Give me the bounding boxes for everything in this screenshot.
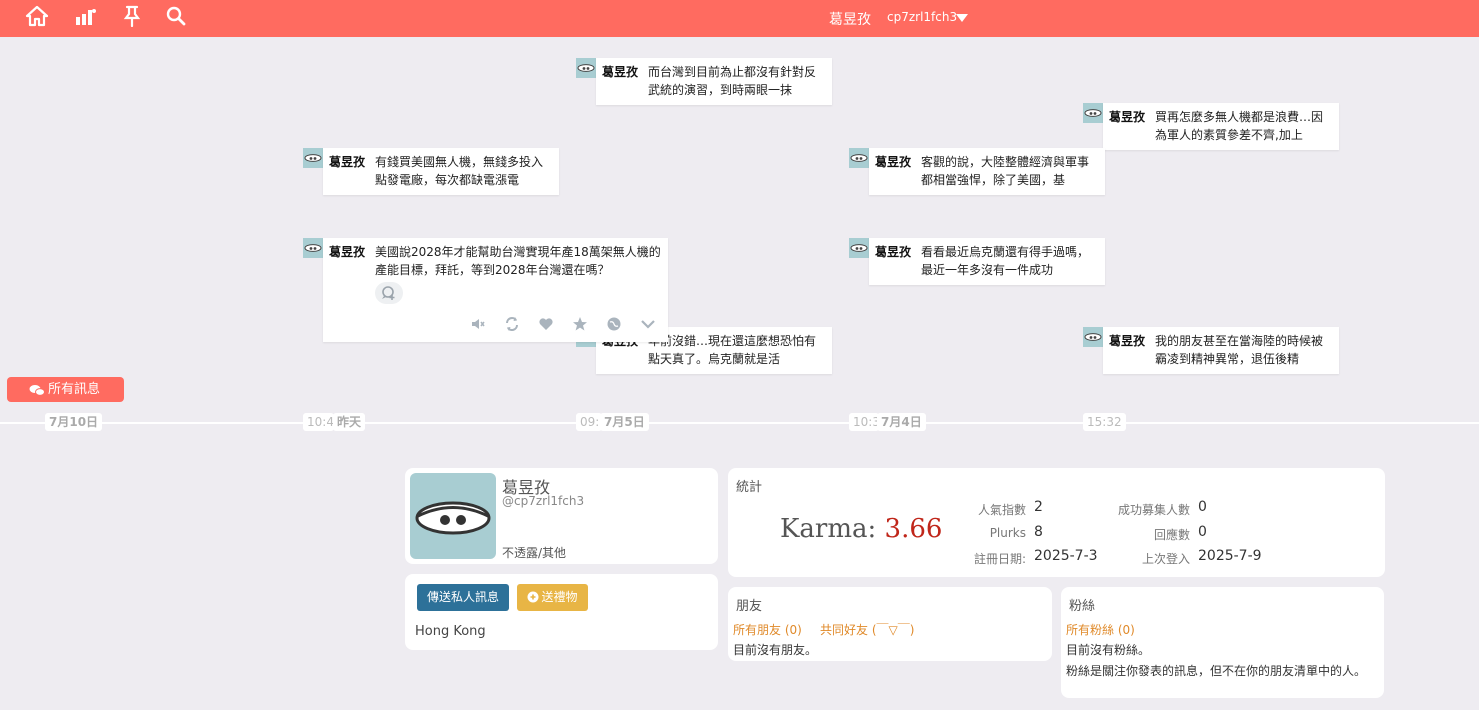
mute-icon[interactable] bbox=[470, 316, 486, 332]
fans-card: 粉絲 所有粉絲 (0) 目前沒有粉絲。 粉絲是關注你發表的訊息，但不在你的朋友清… bbox=[1061, 587, 1384, 698]
plurk-bubble[interactable]: 葛昱孜 看看最近烏克蘭還有得手過嗎，最近一年多沒有一件成功 bbox=[869, 238, 1105, 285]
timeline-tick: 7月5日 bbox=[600, 413, 649, 431]
stats-title: 統計 bbox=[736, 480, 763, 495]
plurk-author[interactable]: 葛昱孜 bbox=[875, 153, 911, 170]
karma-score: Karma: 3.66 bbox=[780, 514, 942, 544]
all-plurks-button[interactable]: 所有訊息 bbox=[7, 377, 124, 402]
responses-value: 0 bbox=[1198, 524, 1207, 540]
plurk-bubble[interactable]: 葛昱孜 有錢買美國無人機，無錢多投入點發電廠，每次都缺電漲電 bbox=[323, 148, 559, 195]
last-login-label: 上次登入 bbox=[1141, 552, 1190, 566]
popularity-label: 人氣指數 bbox=[977, 503, 1026, 517]
chat-bubbles-icon bbox=[29, 382, 45, 396]
pin-icon[interactable] bbox=[120, 5, 144, 27]
heart-icon[interactable] bbox=[538, 316, 554, 332]
user-avatar[interactable] bbox=[303, 148, 323, 168]
stats-icon[interactable] bbox=[73, 5, 97, 27]
profile-actions-card: 傳送私人訊息 送禮物 Hong Kong bbox=[405, 574, 718, 650]
timeline-axis bbox=[0, 422, 1479, 424]
plurk-text: 買再怎麼多無人機都是浪費…因為軍人的素質參差不齊,加上 bbox=[1155, 110, 1324, 142]
recruit-label: 成功募集人數 bbox=[1117, 503, 1190, 517]
profile-card: 葛昱孜 @cp7zrl1fch3 不透露/其他 bbox=[405, 468, 718, 564]
plurk-bubble[interactable]: 葛昱孜 客觀的說，大陸整體經濟與軍事都相當強悍，除了美國，基 bbox=[869, 148, 1105, 195]
plurk-author[interactable]: 葛昱孜 bbox=[1109, 108, 1145, 125]
caret-down-icon[interactable] bbox=[955, 12, 969, 22]
plurk-text: 客觀的說，大陸整體經濟與軍事都相當強悍，除了美國，基 bbox=[921, 155, 1090, 187]
fans-empty-text: 目前沒有粉絲。 bbox=[1066, 643, 1151, 657]
topbar-user-id[interactable]: cp7zrl1fch3 bbox=[887, 10, 957, 24]
plurk-author[interactable]: 葛昱孜 bbox=[329, 153, 365, 170]
plurk-bubble[interactable]: 葛昱孜 美國說2028年才能幫助台灣實現年產18萬架無人機的產能目標，拜託，等到… bbox=[323, 238, 668, 342]
friends-card: 朋友 所有朋友 (0) 共同好友 (￣▽￣) 目前沒有朋友。 bbox=[728, 587, 1052, 661]
plurks-count-label: Plurks bbox=[989, 526, 1026, 540]
all-friends-link[interactable]: 所有朋友 (0) bbox=[733, 621, 802, 638]
plurk-bubble[interactable]: 葛昱孜 我的朋友甚至在當海陸的時候被霸凌到精神異常，退伍後精 bbox=[1103, 327, 1339, 374]
replurk-icon[interactable] bbox=[504, 316, 520, 332]
timeline-tick: 10:3 bbox=[849, 413, 879, 431]
timeline-tick: 7月4日 bbox=[877, 413, 926, 431]
globe-icon[interactable] bbox=[606, 316, 622, 332]
fans-description: 粉絲是關注你發表的訊息，但不在你的朋友清單中的人。 bbox=[1066, 664, 1367, 678]
user-avatar[interactable] bbox=[849, 148, 869, 168]
send-message-button[interactable]: 傳送私人訊息 bbox=[417, 584, 509, 611]
plurk-author[interactable]: 葛昱孜 bbox=[875, 243, 911, 260]
plurk-text: 看看最近烏克蘭還有得手過嗎，最近一年多沒有一件成功 bbox=[921, 245, 1090, 277]
chevron-down-icon[interactable] bbox=[640, 316, 656, 332]
plurks-count-value: 8 bbox=[1034, 524, 1043, 540]
all-plurks-label: 所有訊息 bbox=[48, 382, 101, 397]
timeline-tick: 09: bbox=[576, 413, 602, 431]
search-icon[interactable] bbox=[164, 5, 188, 27]
stats-card: 統計 Karma: 3.66 人氣指數 2 Plurks 8 註冊日期: 202… bbox=[728, 468, 1385, 577]
timeline-tick: 7月10日 bbox=[45, 413, 103, 431]
registered-label: 註冊日期: bbox=[973, 552, 1026, 566]
send-gift-button[interactable]: 送禮物 bbox=[517, 584, 588, 611]
recruit-value: 0 bbox=[1198, 499, 1207, 515]
user-avatar[interactable] bbox=[576, 58, 596, 78]
registered-value: 2025-7-3 bbox=[1034, 548, 1098, 564]
popularity-value: 2 bbox=[1034, 499, 1043, 515]
plurk-bubble[interactable]: 葛昱孜 而台灣到目前為止都沒有針對反武統的演習，到時兩眼一抹 bbox=[596, 58, 832, 105]
plurk-author[interactable]: 葛昱孜 bbox=[1109, 332, 1145, 349]
karma-label: Karma: bbox=[780, 514, 877, 544]
timeline-tick: 10:4 bbox=[303, 413, 334, 431]
last-login-value: 2025-7-9 bbox=[1198, 548, 1262, 564]
profile-location: Hong Kong bbox=[415, 624, 486, 639]
plurk-text: 年前沒錯…現在還這麼想恐怕有點天真了。烏克蘭就是活 bbox=[648, 334, 817, 366]
plurk-actions bbox=[470, 316, 656, 332]
profile-handle: @cp7zrl1fch3 bbox=[502, 494, 585, 508]
user-avatar[interactable] bbox=[1083, 327, 1103, 347]
top-bar: 葛昱孜 cp7zrl1fch3 bbox=[0, 0, 1479, 37]
profile-gender: 不透露/其他 bbox=[502, 546, 567, 560]
plurk-text: 而台灣到目前為止都沒有針對反武統的演習，到時兩眼一抹 bbox=[648, 65, 817, 97]
plurk-author[interactable]: 葛昱孜 bbox=[329, 243, 365, 260]
topbar-display-name[interactable]: 葛昱孜 bbox=[829, 9, 871, 29]
user-avatar[interactable] bbox=[303, 238, 323, 258]
friends-empty-text: 目前沒有朋友。 bbox=[733, 643, 818, 657]
plurk-text: 我的朋友甚至在當海陸的時候被霸凌到精神異常，退伍後精 bbox=[1155, 334, 1324, 366]
home-icon[interactable] bbox=[25, 5, 49, 27]
karma-value: 3.66 bbox=[884, 514, 943, 544]
star-icon[interactable] bbox=[572, 316, 588, 332]
timeline-tick: 15:32 bbox=[1083, 413, 1126, 431]
send-gift-label: 送禮物 bbox=[541, 590, 578, 604]
plurk-text: 美國說2028年才能幫助台灣實現年產18萬架無人機的產能目標，拜託，等到2028… bbox=[375, 245, 661, 277]
profile-avatar[interactable] bbox=[410, 473, 496, 559]
all-fans-link[interactable]: 所有粉絲 (0) bbox=[1066, 621, 1135, 638]
plurk-bubble[interactable]: 葛昱孜 買再怎麼多無人機都是浪費…因為軍人的素質參差不齊,加上 bbox=[1103, 103, 1339, 150]
plurk-text: 有錢買美國無人機，無錢多投入點發電廠，每次都缺電漲電 bbox=[375, 155, 544, 187]
timeline-tick: 昨天 bbox=[333, 413, 366, 431]
gift-icon bbox=[527, 586, 539, 603]
reply-icon[interactable] bbox=[375, 282, 403, 304]
fans-title: 粉絲 bbox=[1069, 599, 1096, 614]
plurk-author[interactable]: 葛昱孜 bbox=[602, 63, 638, 80]
user-avatar[interactable] bbox=[849, 238, 869, 258]
mutual-friends-link[interactable]: 共同好友 (￣▽￣) bbox=[820, 621, 914, 638]
friends-title: 朋友 bbox=[736, 599, 763, 614]
responses-label: 回應數 bbox=[1153, 528, 1190, 542]
user-avatar[interactable] bbox=[1083, 103, 1103, 123]
